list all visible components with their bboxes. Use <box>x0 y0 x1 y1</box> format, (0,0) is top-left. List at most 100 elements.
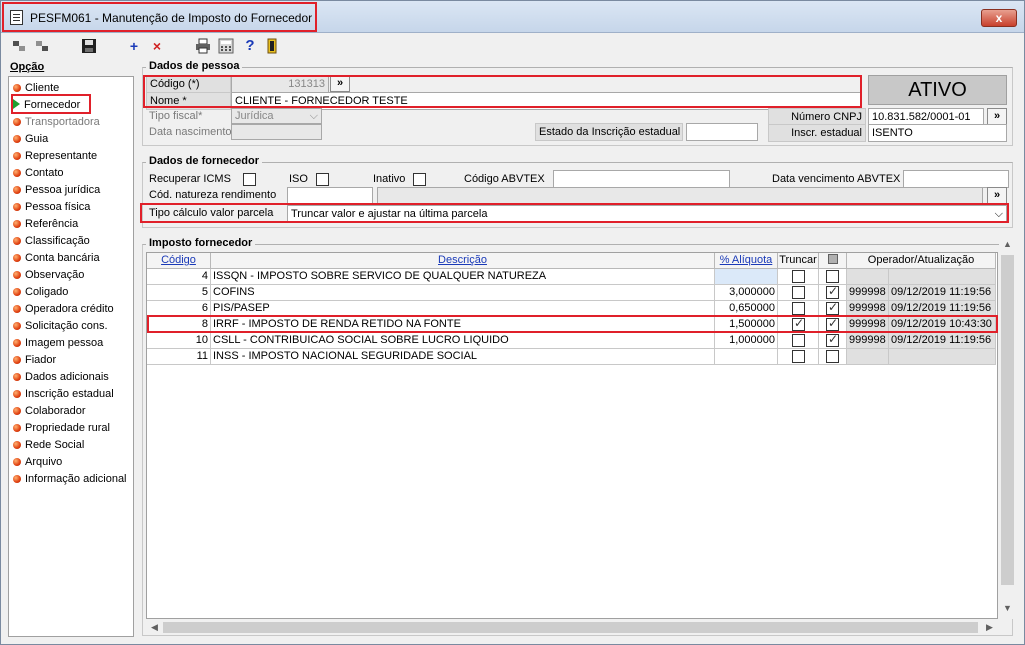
add-icon[interactable]: + <box>126 38 142 54</box>
bullet-icon <box>13 339 21 347</box>
cell-descricao[interactable]: CSLL - CONTRIBUICAO SOCIAL SOBRE LUCRO L… <box>211 333 715 349</box>
truncar-checkbox[interactable] <box>792 302 805 315</box>
first-record-icon[interactable] <box>11 38 27 54</box>
data-nascimento-field[interactable] <box>231 124 322 140</box>
ativo-checkbox[interactable] <box>826 285 839 299</box>
sidebar-item[interactable]: Coligado <box>13 284 68 300</box>
bullet-icon <box>13 84 21 92</box>
col-descricao[interactable]: Descrição <box>211 253 715 269</box>
truncar-checkbox[interactable] <box>792 270 805 283</box>
bullet-icon <box>13 475 21 483</box>
bullet-icon <box>13 271 21 279</box>
vertical-scroll-thumb[interactable] <box>1001 255 1014 585</box>
ativo-checkbox[interactable] <box>826 333 839 347</box>
dados-fornecedor-title: Dados de fornecedor <box>146 155 263 167</box>
table-row[interactable]: 5COFINS3,000000 99999809/12/2019 11:19:56 <box>147 285 997 301</box>
sidebar-item[interactable]: Colaborador <box>13 403 86 419</box>
sidebar-item-label: Classificação <box>25 235 90 247</box>
abvtex-field[interactable] <box>553 170 730 188</box>
sidebar-item[interactable]: Imagem pessoa <box>13 335 103 351</box>
ie-field[interactable]: ISENTO <box>868 124 1007 142</box>
calculator-icon[interactable] <box>218 38 234 54</box>
natureza-lookup-button[interactable]: » <box>987 187 1007 204</box>
sidebar: Cliente Fornecedor Transportadora Guia Repre… <box>8 76 134 637</box>
scroll-up-icon[interactable]: ▲ <box>1000 239 1015 249</box>
truncar-checkbox[interactable] <box>792 350 805 363</box>
tipo-fiscal-select[interactable]: Jurídica ⌵ <box>231 108 322 124</box>
cell-descricao[interactable]: ISSQN - IMPOSTO SOBRE SERVICO DE QUALQUE… <box>211 269 715 285</box>
bullet-icon <box>13 390 21 398</box>
scroll-down-icon[interactable]: ▼ <box>1000 603 1015 613</box>
sidebar-item[interactable]: Guia <box>13 131 48 147</box>
truncar-checkbox[interactable] <box>792 334 805 347</box>
sidebar-item[interactable]: Pessoa jurídica <box>13 182 100 198</box>
close-button[interactable]: x <box>981 9 1017 27</box>
sidebar-item[interactable]: Conta bancária <box>13 250 100 266</box>
sidebar-item[interactable]: Rede Social <box>13 437 84 453</box>
table-row[interactable]: 11 INSS - IMPOSTO NACIONAL SEGURIDADE SOC… <box>147 349 997 365</box>
sidebar-item[interactable]: Transportadora <box>13 114 100 130</box>
sidebar-item[interactable]: Inscrição estadual <box>13 386 114 402</box>
col-ativo[interactable] <box>819 253 847 269</box>
cell-truncar <box>778 285 819 301</box>
cell-codigo[interactable]: 4 <box>147 269 211 285</box>
sidebar-item[interactable]: Arquivo <box>13 454 62 470</box>
sidebar-item[interactable]: Fiador <box>13 352 56 368</box>
col-aliquota[interactable]: % Alíquota <box>715 253 778 269</box>
sidebar-item-label: Cliente <box>25 82 60 94</box>
sidebar-item[interactable]: Referência <box>13 216 78 232</box>
estado-ie-field[interactable] <box>686 123 758 141</box>
sidebar-item[interactable]: Pessoa física <box>13 199 90 215</box>
delete-icon[interactable]: × <box>149 38 165 54</box>
col-codigo[interactable]: Código <box>147 253 211 269</box>
recuperar-icms-checkbox[interactable] <box>243 173 256 186</box>
iso-checkbox[interactable] <box>316 173 329 186</box>
cell-aliquota[interactable] <box>715 269 778 285</box>
ativo-checkbox[interactable] <box>826 270 839 283</box>
cnpj-lookup-button[interactable]: » <box>987 108 1007 125</box>
sidebar-item[interactable]: Dados adicionais <box>13 369 109 385</box>
table-row[interactable]: 10 CSLL - CONTRIBUICAO SOCIAL SOBRE LUCRO… <box>147 333 997 349</box>
print-icon[interactable] <box>195 38 211 54</box>
cell-codigo[interactable]: 5 <box>147 285 211 301</box>
exit-icon[interactable] <box>265 38 281 54</box>
cell-codigo[interactable]: 11 <box>147 349 211 365</box>
sidebar-item[interactable]: Propriedade rural <box>13 420 110 436</box>
cell-codigo[interactable]: 10 <box>147 333 211 349</box>
vertical-scrollbar[interactable]: ▲ ▼ <box>999 237 1016 619</box>
sidebar-item[interactable]: Contato <box>13 165 64 181</box>
inativo-checkbox[interactable] <box>413 173 426 186</box>
horizontal-scroll-thumb[interactable] <box>163 622 978 633</box>
sidebar-item[interactable]: Representante <box>13 148 97 164</box>
bullet-icon <box>13 305 21 313</box>
horizontal-scrollbar[interactable]: ◀ ▶ <box>146 620 998 635</box>
sidebar-item[interactable]: Observação <box>13 267 84 283</box>
cell-descricao[interactable]: INSS - IMPOSTO NACIONAL SEGURIDADE SOCIA… <box>211 349 715 365</box>
last-record-icon[interactable] <box>34 38 50 54</box>
save-icon[interactable] <box>81 38 97 54</box>
cell-aliquota[interactable] <box>715 349 778 365</box>
sidebar-item[interactable]: Informação adicional <box>13 471 127 487</box>
sidebar-item[interactable]: Classificação <box>13 233 90 249</box>
bullet-icon <box>13 135 21 143</box>
truncar-checkbox[interactable] <box>792 286 805 299</box>
ativo-checkbox[interactable] <box>826 301 839 315</box>
scroll-left-icon[interactable]: ◀ <box>147 622 162 633</box>
help-icon[interactable]: ? <box>242 38 258 54</box>
table-row[interactable]: 4 ISSQN - IMPOSTO SOBRE SERVICO DE QUALQU… <box>147 269 997 285</box>
ativo-checkbox[interactable] <box>826 350 839 363</box>
venc-abvtex-field[interactable] <box>903 170 1009 188</box>
cell-aliquota[interactable]: 3,000000 <box>715 285 778 301</box>
sidebar-item[interactable]: Operadora crédito <box>13 301 114 317</box>
sidebar-item-label: Guia <box>25 133 49 145</box>
sidebar-item-label: Fiador <box>25 354 57 366</box>
scroll-right-icon[interactable]: ▶ <box>982 622 997 633</box>
cell-aliquota[interactable]: 1,000000 <box>715 333 778 349</box>
sidebar-item[interactable]: Solicitação cons. <box>13 318 108 334</box>
cell-descricao[interactable]: COFINS <box>211 285 715 301</box>
col-operador[interactable]: Operador/Atualização <box>847 253 996 269</box>
col-truncar[interactable]: Truncar <box>778 253 819 269</box>
bullet-icon <box>13 118 21 126</box>
cell-operador <box>847 349 889 365</box>
tipo-fiscal-value: Jurídica <box>235 110 274 122</box>
